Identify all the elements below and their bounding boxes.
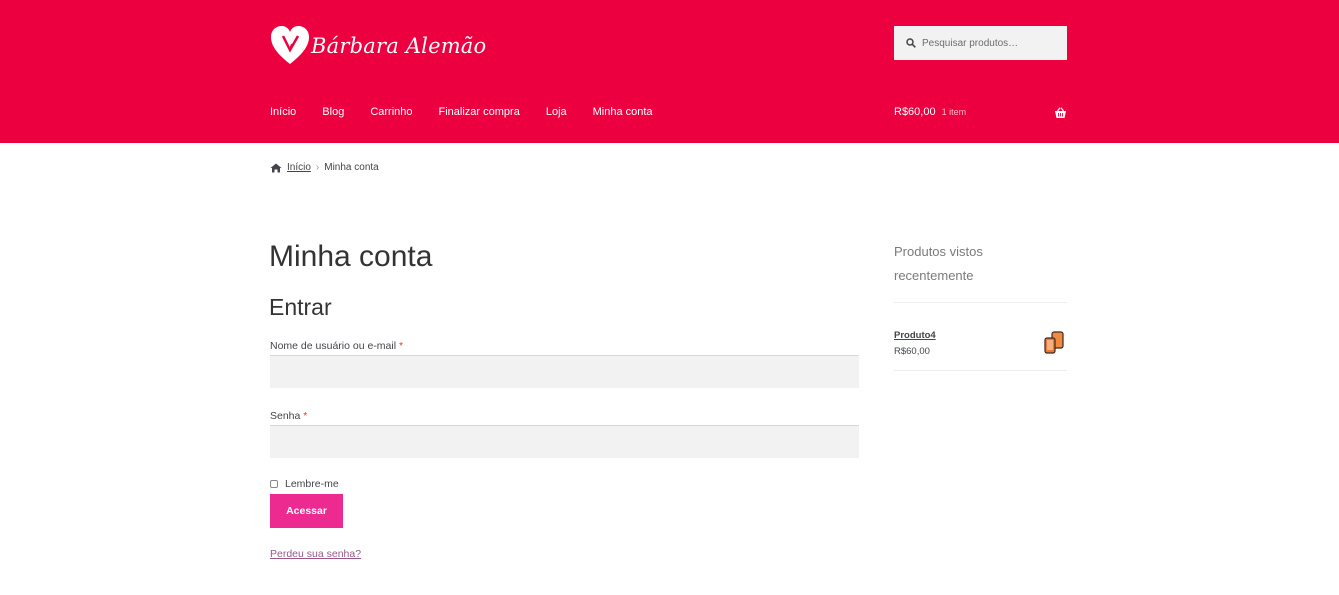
widget-divider <box>894 370 1067 371</box>
nav-item-blog[interactable]: Blog <box>322 106 344 118</box>
lost-password-link[interactable]: Perdeu sua senha? <box>270 548 361 560</box>
primary-nav: Início Blog Carrinho Finalizar compra Lo… <box>270 106 679 118</box>
password-label-text: Senha <box>270 410 301 422</box>
nav-item-minha-conta[interactable]: Minha conta <box>593 106 653 118</box>
page-title: Minha conta <box>269 240 433 273</box>
home-icon <box>270 163 282 172</box>
product-thumbnail-icon[interactable] <box>1043 331 1065 355</box>
login-button[interactable]: Acessar <box>270 494 343 528</box>
nav-item-carrinho[interactable]: Carrinho <box>370 106 412 118</box>
nav-item-loja[interactable]: Loja <box>546 106 567 118</box>
search-input[interactable] <box>922 37 1062 49</box>
remember-me-checkbox[interactable] <box>270 480 278 488</box>
password-label: Senha * <box>270 410 307 422</box>
remember-me[interactable]: Lembre-me <box>270 478 339 490</box>
site-name: Bárbara Alemão <box>311 34 487 58</box>
basket-icon <box>1055 107 1066 118</box>
cart-amount: R$60,00 <box>894 106 936 118</box>
username-label: Nome de usuário ou e-mail * <box>270 340 403 352</box>
required-mark: * <box>398 340 404 352</box>
username-label-text: Nome de usuário ou e-mail <box>270 340 397 352</box>
recently-viewed-title: Produtos vistos recentemente <box>894 244 983 283</box>
required-mark: * <box>303 410 308 422</box>
breadcrumb: Início › Minha conta <box>270 162 379 173</box>
breadcrumb-current: Minha conta <box>324 162 379 173</box>
login-heading: Entrar <box>269 294 332 320</box>
password-field[interactable] <box>270 425 859 458</box>
nav-item-inicio[interactable]: Início <box>270 106 296 118</box>
site-logo[interactable]: Bárbara Alemão <box>270 24 486 68</box>
heart-logo-icon <box>271 26 309 64</box>
breadcrumb-separator: › <box>315 162 320 173</box>
breadcrumb-home-link[interactable]: Início <box>287 162 311 173</box>
nav-item-finalizar-compra[interactable]: Finalizar compra <box>439 106 520 118</box>
site-header: Bárbara Alemão Início Blog Carrinho Fina… <box>0 0 1339 143</box>
search-icon <box>906 38 916 48</box>
cart-count: 1 item <box>941 107 967 117</box>
header-cart[interactable]: R$60,00 1 item <box>894 106 1067 118</box>
remember-me-label: Lembre-me <box>285 478 339 490</box>
product-price: R$60,00 <box>894 346 930 357</box>
username-field[interactable] <box>270 355 859 388</box>
search-box[interactable] <box>894 26 1067 60</box>
widget-divider <box>894 302 1067 303</box>
product-link[interactable]: Produto4 <box>894 330 936 341</box>
